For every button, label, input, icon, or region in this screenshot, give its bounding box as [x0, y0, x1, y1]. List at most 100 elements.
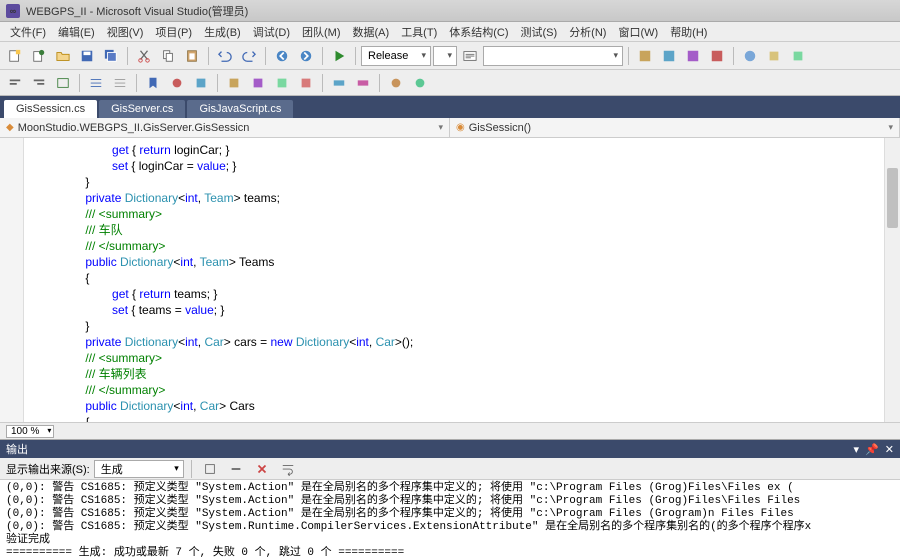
- type-nav-dropdown[interactable]: ◆MoonStudio.WEBGPS_II.GisServer.GisSessi…: [0, 118, 450, 137]
- editor-gutter: [0, 138, 24, 422]
- menu-item[interactable]: 调试(D): [247, 22, 296, 42]
- cut-button[interactable]: [133, 45, 155, 67]
- separator: [265, 47, 266, 65]
- output-source-dropdown[interactable]: 生成: [94, 460, 184, 478]
- vertical-scrollbar[interactable]: [884, 138, 900, 422]
- paste-button[interactable]: [181, 45, 203, 67]
- add-item-button[interactable]: [28, 45, 50, 67]
- scrollbar-thumb[interactable]: [887, 168, 898, 228]
- pin-icon[interactable]: ▾: [854, 443, 860, 456]
- output-text[interactable]: (0,0): 警告 CS1685: 预定义类型 "System.Action" …: [0, 480, 900, 558]
- toolbar-secondary: [0, 70, 900, 96]
- separator: [208, 47, 209, 65]
- tb2-btn-16[interactable]: [409, 72, 431, 94]
- code-area[interactable]: get { return loginCar; } set { loginCar …: [24, 138, 884, 422]
- separator: [355, 47, 356, 65]
- tb2-btn-3[interactable]: [52, 72, 74, 94]
- tb2-btn-8[interactable]: [190, 72, 212, 94]
- tb2-btn-15[interactable]: [385, 72, 407, 94]
- code-nav-bar: ◆MoonStudio.WEBGPS_II.GisServer.GisSessi…: [0, 118, 900, 138]
- zoom-dropdown[interactable]: 100 %: [6, 425, 54, 438]
- member-nav-dropdown[interactable]: ◉GisSessicn(): [450, 118, 900, 137]
- solution-platform-dropdown[interactable]: [433, 46, 457, 66]
- class-icon: ◆: [6, 122, 14, 133]
- menu-item[interactable]: 生成(B): [198, 22, 247, 42]
- menu-item[interactable]: 文件(F): [4, 22, 52, 42]
- autohide-icon[interactable]: 📌: [865, 443, 879, 456]
- output-panel-title: 输出 ▾ 📌 ✕: [0, 440, 900, 458]
- output-btn-1[interactable]: [199, 458, 221, 480]
- separator: [322, 74, 323, 92]
- menu-item[interactable]: 视图(V): [101, 22, 150, 42]
- document-tabstrip: GisSessicn.csGisServer.csGisJavaScript.c…: [0, 96, 900, 118]
- ext3-button[interactable]: [682, 45, 704, 67]
- redo-button[interactable]: [238, 45, 260, 67]
- ext6-button[interactable]: [763, 45, 785, 67]
- code-editor[interactable]: get { return loginCar; } set { loginCar …: [0, 138, 900, 422]
- menu-item[interactable]: 工具(T): [395, 22, 443, 42]
- nav-forward-button[interactable]: [295, 45, 317, 67]
- title-bar: ∞ WEBGPS_II - Microsoft Visual Studio(管理…: [0, 0, 900, 22]
- open-button[interactable]: [52, 45, 74, 67]
- document-tab[interactable]: GisServer.cs: [99, 100, 185, 118]
- menu-item[interactable]: 团队(M): [296, 22, 347, 42]
- document-tab[interactable]: GisJavaScript.cs: [187, 100, 293, 118]
- menu-item[interactable]: 分析(N): [563, 22, 612, 42]
- solution-config-dropdown[interactable]: Release: [361, 46, 431, 66]
- ext2-button[interactable]: [658, 45, 680, 67]
- menu-item[interactable]: 窗口(W): [612, 22, 664, 42]
- menu-bar: 文件(F)编辑(E)视图(V)项目(P)生成(B)调试(D)团队(M)数据(A)…: [0, 22, 900, 42]
- separator: [322, 47, 323, 65]
- tb2-btn-2[interactable]: [28, 72, 50, 94]
- output-toolbar: 显示输出来源(S): 生成: [0, 458, 900, 480]
- find-button[interactable]: [459, 45, 481, 67]
- ext5-button[interactable]: [739, 45, 761, 67]
- tb2-btn-11[interactable]: [271, 72, 293, 94]
- undo-button[interactable]: [214, 45, 236, 67]
- toolbar-main: Release: [0, 42, 900, 70]
- output-btn-2[interactable]: [225, 458, 247, 480]
- menu-item[interactable]: 数据(A): [347, 22, 396, 42]
- copy-button[interactable]: [157, 45, 179, 67]
- method-icon: ◉: [456, 122, 465, 133]
- separator: [79, 74, 80, 92]
- close-icon[interactable]: ✕: [885, 443, 894, 456]
- separator: [191, 460, 192, 478]
- menu-item[interactable]: 帮助(H): [664, 22, 713, 42]
- separator: [136, 74, 137, 92]
- tb2-btn-12[interactable]: [295, 72, 317, 94]
- document-tab[interactable]: GisSessicn.cs: [4, 100, 97, 118]
- ext1-button[interactable]: [634, 45, 656, 67]
- output-clear-button[interactable]: [251, 458, 273, 480]
- window-title: WEBGPS_II - Microsoft Visual Studio(管理员): [26, 3, 248, 19]
- ext7-button[interactable]: [787, 45, 809, 67]
- save-button[interactable]: [76, 45, 98, 67]
- output-source-label: 显示输出来源(S):: [6, 461, 90, 477]
- tb2-btn-13[interactable]: [328, 72, 350, 94]
- start-debug-button[interactable]: [328, 45, 350, 67]
- tb2-btn-1[interactable]: [4, 72, 26, 94]
- separator: [733, 47, 734, 65]
- menu-item[interactable]: 测试(S): [515, 22, 564, 42]
- menu-item[interactable]: 项目(P): [149, 22, 198, 42]
- tb2-uncomment-button[interactable]: [109, 72, 131, 94]
- separator: [217, 74, 218, 92]
- tb2-comment-button[interactable]: [85, 72, 107, 94]
- find-dropdown[interactable]: [483, 46, 623, 66]
- vs-logo-icon: ∞: [6, 4, 20, 18]
- tb2-btn-7[interactable]: [166, 72, 188, 94]
- new-project-button[interactable]: [4, 45, 26, 67]
- separator: [379, 74, 380, 92]
- output-wrap-button[interactable]: [277, 458, 299, 480]
- tb2-btn-9[interactable]: [223, 72, 245, 94]
- menu-item[interactable]: 体系结构(C): [443, 22, 514, 42]
- separator: [127, 47, 128, 65]
- nav-back-button[interactable]: [271, 45, 293, 67]
- tb2-btn-14[interactable]: [352, 72, 374, 94]
- tb2-btn-10[interactable]: [247, 72, 269, 94]
- save-all-button[interactable]: [100, 45, 122, 67]
- menu-item[interactable]: 编辑(E): [52, 22, 101, 42]
- ext4-button[interactable]: [706, 45, 728, 67]
- separator: [628, 47, 629, 65]
- tb2-bookmark-button[interactable]: [142, 72, 164, 94]
